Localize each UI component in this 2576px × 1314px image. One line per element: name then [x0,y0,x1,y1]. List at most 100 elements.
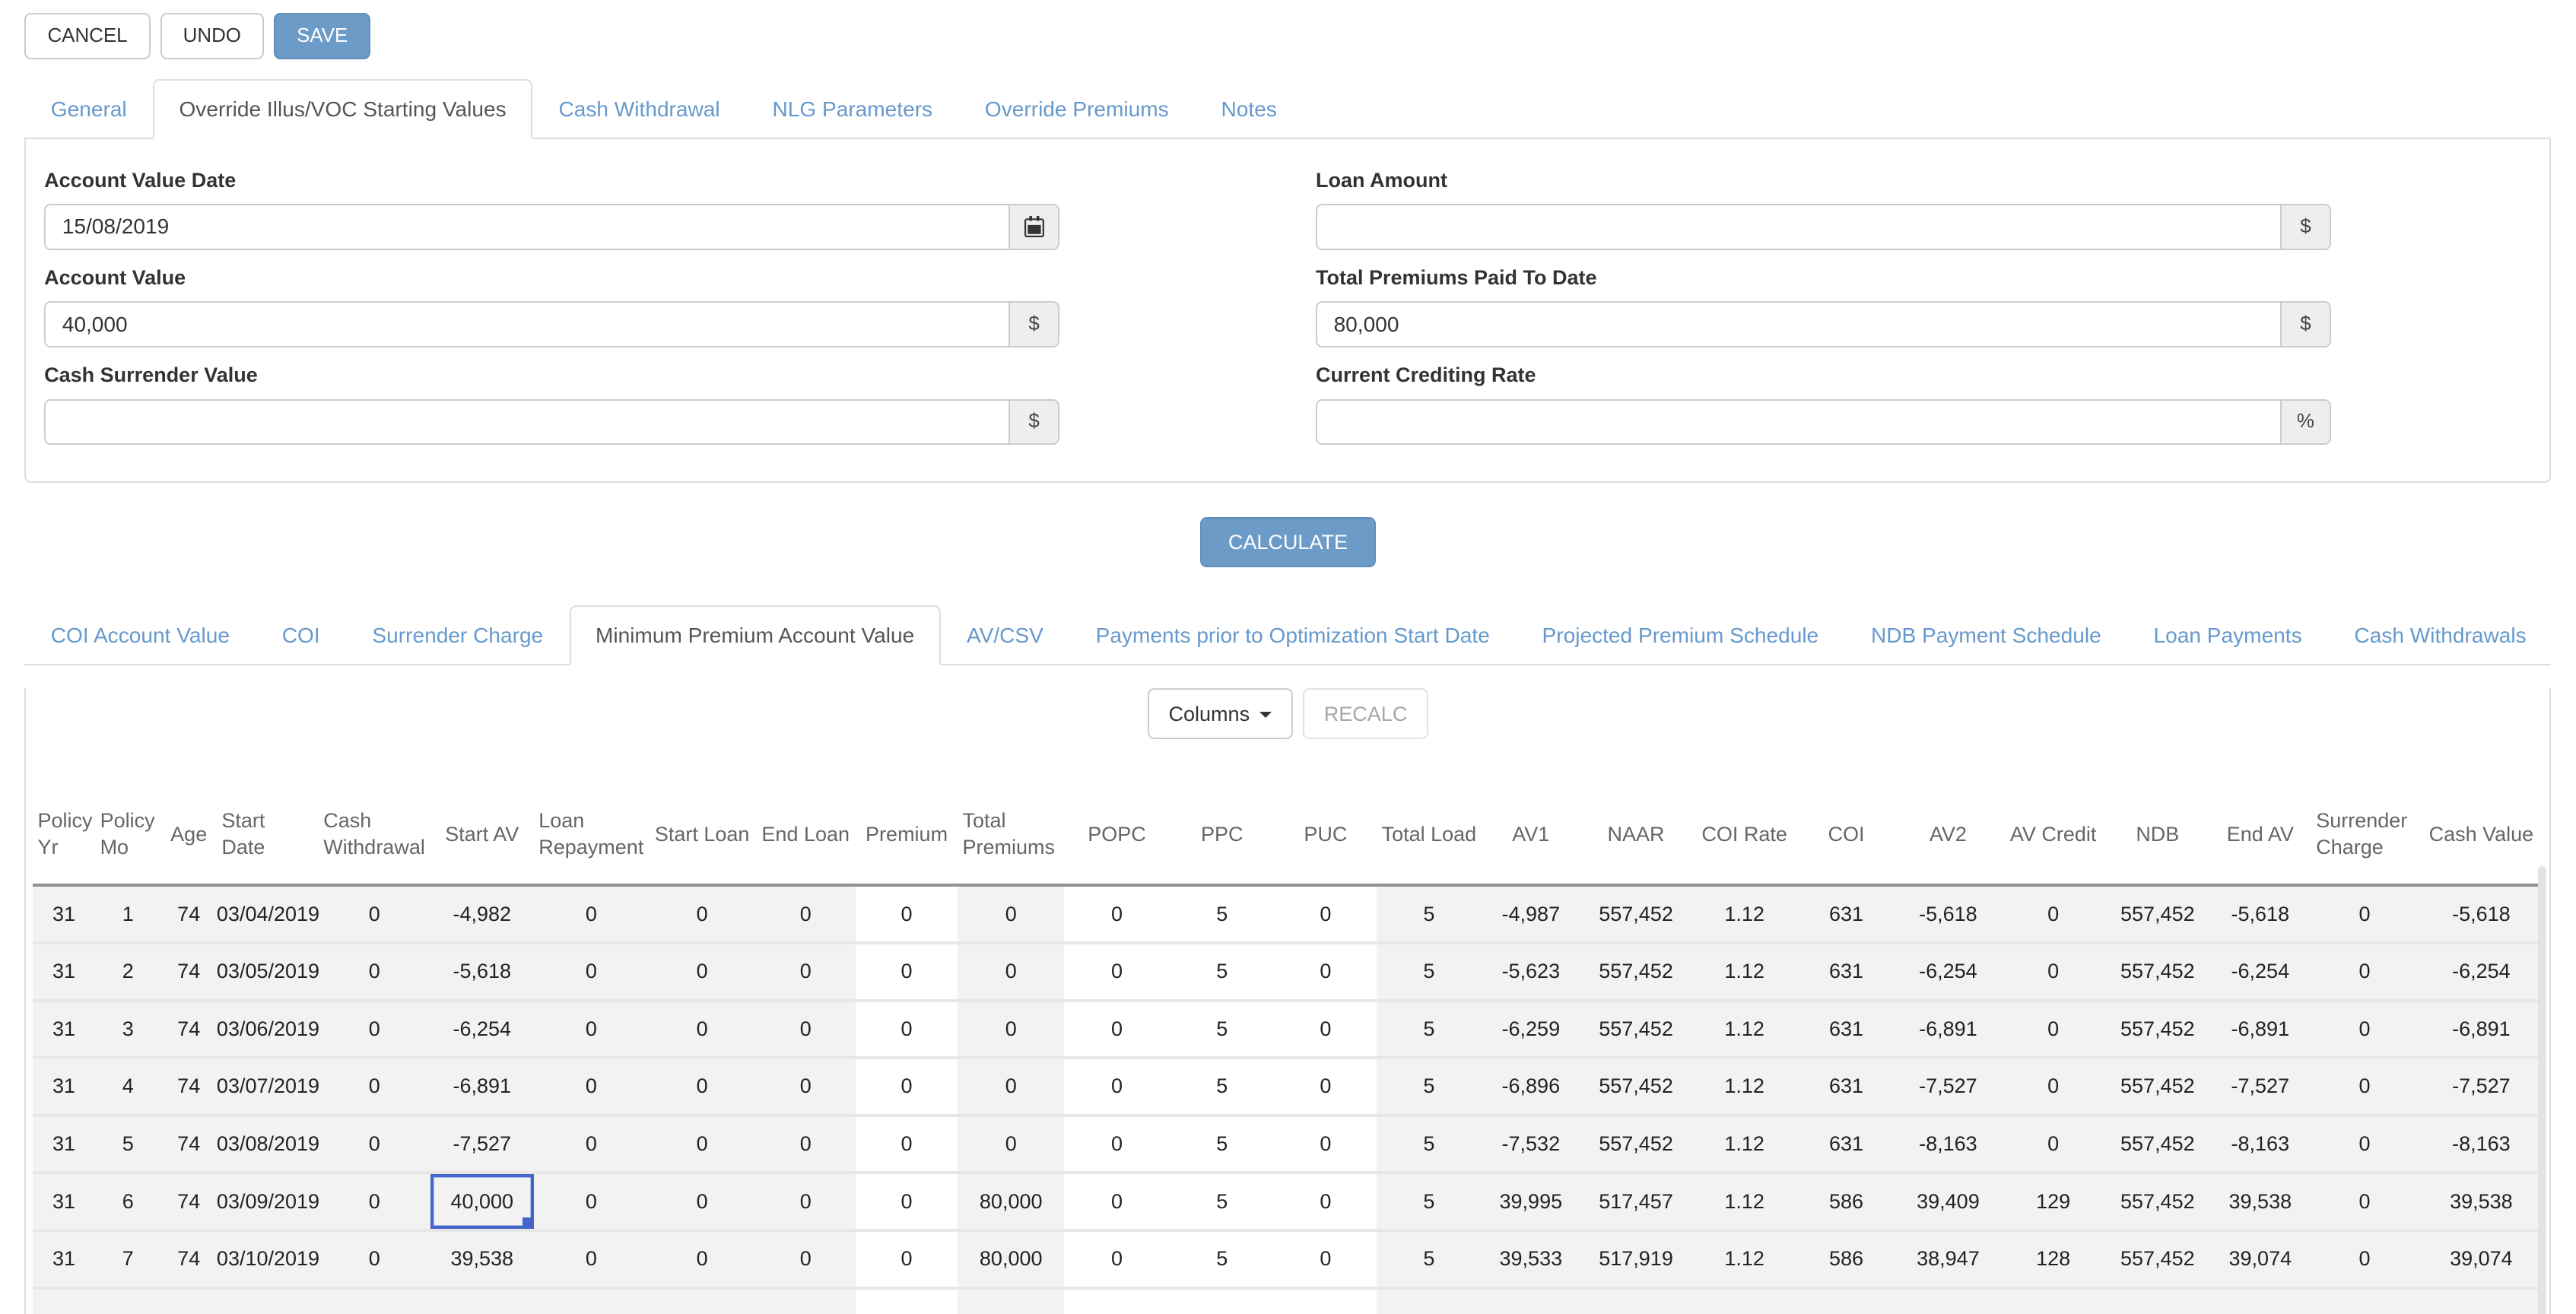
table-cell[interactable] [217,1290,319,1314]
table-cell[interactable]: 0 [1064,1002,1169,1060]
table-cell[interactable]: 0 [1064,1232,1169,1290]
table-cell[interactable] [33,1290,95,1314]
table-cell[interactable]: 5 [95,1117,160,1175]
table-cell[interactable]: 31 [33,944,95,1002]
table-cell[interactable]: 5 [1170,887,1275,944]
table-cell[interactable]: 631 [1797,1059,1896,1117]
tab-annual-summary[interactable]: Annual Summary [2552,605,2576,665]
table-cell[interactable]: 0 [1064,1174,1169,1232]
total-premiums-paid-to-date-input[interactable] [1317,303,2280,345]
table-cell[interactable]: -6,254 [2418,944,2544,1002]
table-cell[interactable]: -6,259 [1482,1002,1580,1060]
table-cell[interactable]: 517,457 [1580,1174,1692,1232]
table-cell[interactable]: 517,919 [1580,1232,1692,1290]
selected-cell[interactable]: 40,000 [430,1174,534,1232]
table-cell[interactable]: 74 [160,1117,216,1175]
table-cell[interactable]: 631 [1797,1002,1896,1060]
tab-payments-prior-to-optimization-start-date[interactable]: Payments prior to Optimization Start Dat… [1069,605,1516,665]
table-cell[interactable]: -6,891 [1895,1002,2000,1060]
table-cell[interactable]: 0 [649,1232,755,1290]
table-cell[interactable]: 0 [755,944,856,1002]
table-cell[interactable]: -7,527 [2418,1059,2544,1117]
table-cell[interactable]: 1.12 [1691,1232,1796,1290]
save-button[interactable]: SAVE [274,13,370,59]
table-cell[interactable]: 0 [856,887,958,944]
table-cell[interactable] [430,1290,534,1314]
table-cell[interactable]: -5,623 [1482,944,1580,1002]
table-cell[interactable]: 0 [534,1174,649,1232]
table-cell[interactable]: 5 [1170,1059,1275,1117]
table-cell[interactable]: 0 [2001,944,2106,1002]
table-cell[interactable]: 31 [33,1232,95,1290]
table-cell[interactable]: 74 [160,1232,216,1290]
table-cell[interactable]: 0 [755,1002,856,1060]
table-cell[interactable]: 31 [33,1174,95,1232]
table-cell[interactable] [160,1290,216,1314]
table-cell[interactable]: 586 [1797,1232,1896,1290]
tab-notes[interactable]: Notes [1195,79,1303,139]
table-cell[interactable] [2001,1290,2106,1314]
table-cell[interactable] [856,1290,958,1314]
table-cell[interactable]: 0 [534,1232,649,1290]
table-cell[interactable]: 557,452 [1580,1002,1692,1060]
table-cell[interactable]: 5 [1170,944,1275,1002]
table-cell[interactable] [1170,1290,1275,1314]
table-cell[interactable]: 557,452 [2106,1232,2209,1290]
table-cell[interactable]: 0 [856,944,958,1002]
table-cell[interactable]: 631 [1797,887,1896,944]
table-cell[interactable]: 0 [958,1117,1064,1175]
table-cell[interactable]: 0 [534,944,649,1002]
table-cell[interactable]: 0 [2311,944,2418,1002]
table-cell[interactable]: 5 [1377,887,1482,944]
table-cell[interactable]: 5 [1170,1232,1275,1290]
table-cell[interactable]: 6 [95,1174,160,1232]
table-cell[interactable] [649,1290,755,1314]
table-cell[interactable]: 38,947 [1895,1232,2000,1290]
table-cell[interactable]: 0 [755,887,856,944]
table-cell[interactable]: 03/06/2019 [217,1002,319,1060]
table-cell[interactable]: 5 [1377,1002,1482,1060]
table-cell[interactable]: 0 [2001,1059,2106,1117]
calendar-icon[interactable] [1008,205,1058,248]
table-cell[interactable]: 0 [856,1059,958,1117]
tab-loan-payments[interactable]: Loan Payments [2127,605,2328,665]
table-cell[interactable]: 557,452 [1580,1117,1692,1175]
table-cell[interactable]: 0 [2311,1059,2418,1117]
table-cell[interactable]: 0 [319,1117,430,1175]
tab-nlg-parameters[interactable]: NLG Parameters [746,79,958,139]
table-cell[interactable]: 631 [1797,944,1896,1002]
table-cell[interactable]: 0 [856,1002,958,1060]
table-cell[interactable]: -5,618 [430,944,534,1002]
table-cell[interactable]: 5 [1377,1059,1482,1117]
table-cell[interactable]: 0 [755,1232,856,1290]
table-cell[interactable]: 0 [534,1002,649,1060]
table-cell[interactable]: 0 [319,1174,430,1232]
table-cell[interactable]: 39,409 [1895,1174,2000,1232]
table-cell[interactable]: 0 [2311,1002,2418,1060]
table-cell[interactable]: 557,452 [2106,1117,2209,1175]
table-cell[interactable]: 0 [958,887,1064,944]
table-cell[interactable] [2418,1290,2544,1314]
table-cell[interactable]: 0 [1064,944,1169,1002]
table-cell[interactable]: 0 [319,887,430,944]
table-cell[interactable]: 0 [1275,1232,1377,1290]
tab-av-csv[interactable]: AV/CSV [941,605,1070,665]
table-cell[interactable]: 74 [160,1002,216,1060]
table-cell[interactable]: 03/07/2019 [217,1059,319,1117]
tab-override-illus-voc-starting-values[interactable]: Override Illus/VOC Starting Values [153,79,532,139]
table-cell[interactable]: 74 [160,887,216,944]
cash-surrender-value-input[interactable] [46,401,1008,443]
table-cell[interactable]: 39,538 [2418,1174,2544,1232]
table-cell[interactable]: -8,163 [2209,1117,2311,1175]
table-cell[interactable]: 2 [95,944,160,1002]
table-cell[interactable]: 0 [1275,1174,1377,1232]
table-cell[interactable]: 0 [534,1059,649,1117]
table-cell[interactable]: 0 [1275,1059,1377,1117]
tab-ndb-payment-schedule[interactable]: NDB Payment Schedule [1845,605,2128,665]
table-cell[interactable]: 03/08/2019 [217,1117,319,1175]
table-cell[interactable]: 557,452 [1580,1059,1692,1117]
table-cell[interactable]: -5,618 [2418,887,2544,944]
table-cell[interactable]: 3 [95,1002,160,1060]
table-cell[interactable] [2311,1290,2418,1314]
table-cell[interactable]: 557,452 [2106,1059,2209,1117]
